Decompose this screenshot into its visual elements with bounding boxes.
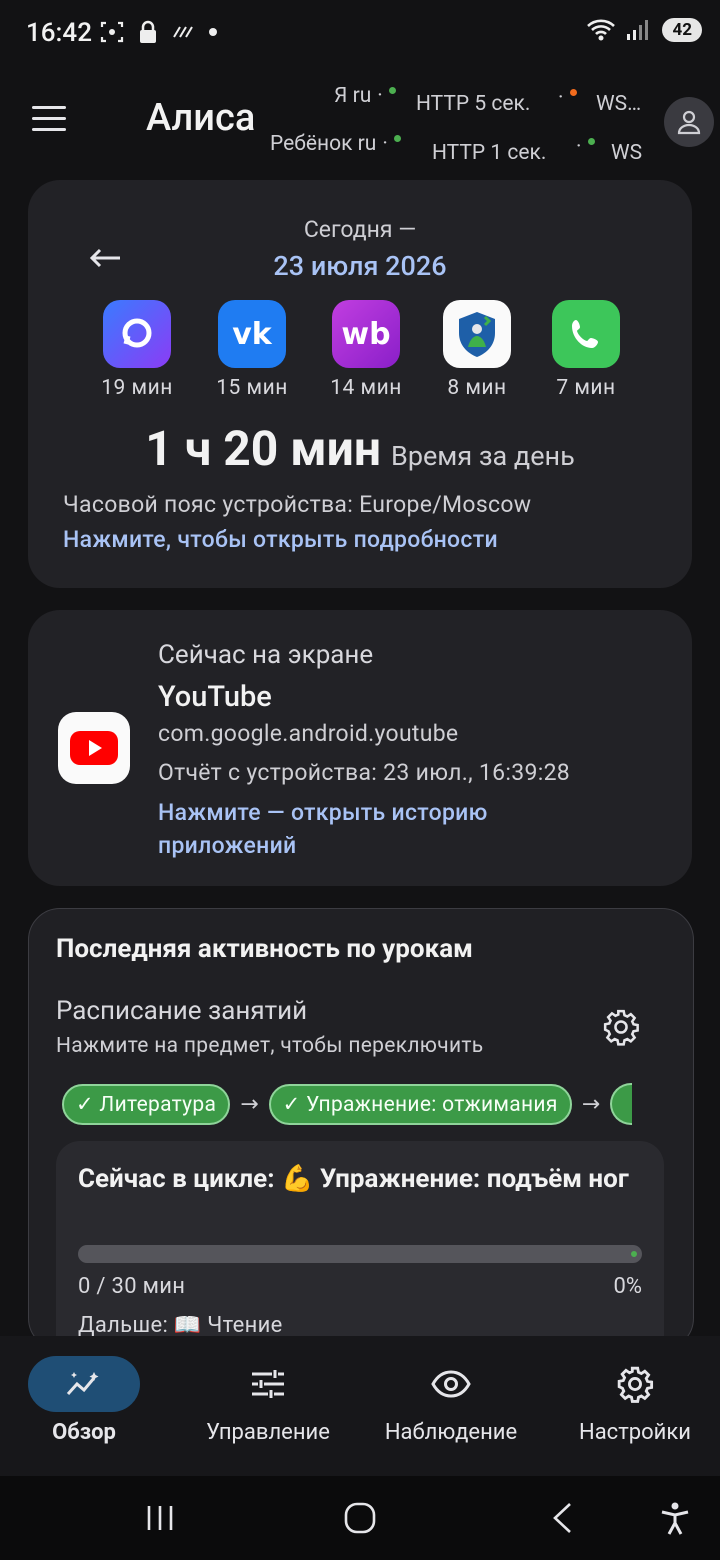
avatar[interactable]: [664, 97, 714, 147]
current-app-package: com.google.android.youtube: [158, 720, 459, 747]
wildberries-icon: wb: [332, 300, 400, 368]
nav-active-indicator: [28, 1356, 140, 1412]
ws-status-self: WS…: [596, 92, 642, 116]
current-cycle-text: Сейчас в цикле: 💪 Упражнение: подъём ног: [78, 1164, 629, 1194]
app-usage-item[interactable]: 7 мин: [531, 300, 641, 400]
ws-status-child: WS: [611, 141, 643, 165]
gear-icon: [617, 1366, 654, 1403]
back-icon: [553, 1503, 571, 1533]
shield-family-icon: [443, 300, 511, 368]
accessibility-icon: [661, 1502, 689, 1535]
nav-label: Наблюдение: [384, 1420, 518, 1445]
app-usage-time: 19 мин: [101, 376, 173, 400]
nav-item-control[interactable]: Управление: [178, 1356, 358, 1445]
youtube-icon: [58, 712, 130, 784]
menu-icon-bar: [32, 128, 66, 131]
app-history-link[interactable]: Нажмите — открыть историю приложений: [158, 796, 578, 862]
back-button[interactable]: [550, 1502, 574, 1538]
home-icon: [344, 1502, 376, 1534]
status-dot-ok: [393, 135, 401, 142]
nav-item-monitoring[interactable]: Наблюдение: [361, 1356, 541, 1445]
page-title: Алиса: [146, 96, 256, 140]
status-bar: 16:42 42: [0, 0, 720, 70]
report-timestamp: Отчёт с устройства: 23 июл., 16:39:28: [158, 759, 571, 786]
connection-row-child: Ребёнок ru ·: [270, 132, 407, 156]
lock-icon: [140, 20, 156, 43]
vk-icon: vk: [218, 300, 286, 368]
nav-item-overview[interactable]: Обзор: [0, 1356, 174, 1445]
menu-icon-bar: [32, 106, 66, 109]
connection-label: Я ru: [334, 84, 372, 108]
app-usage-time: 8 мин: [447, 376, 507, 400]
http-status-self: HTTP 5 сек.: [416, 92, 531, 116]
menu-button[interactable]: [32, 106, 66, 134]
schedule-settings-button[interactable]: [602, 1008, 640, 1050]
total-time: 1 ч 20 мин: [145, 420, 381, 477]
person-icon: [677, 110, 701, 135]
progress-percent: 0%: [613, 1274, 642, 1299]
connection-label: Ребёнок ru: [270, 132, 377, 156]
app-usage-item[interactable]: vk 15 мин: [197, 300, 307, 400]
phone-icon: [552, 300, 620, 368]
menu-icon-bar: [32, 117, 66, 120]
daily-total: 1 ч 20 мин Время за день: [0, 420, 720, 477]
nav-label: Обзор: [52, 1420, 116, 1445]
total-time-label: Время за день: [391, 440, 575, 472]
status-separator: ·: [576, 135, 601, 159]
system-navigation-bar: [0, 1476, 720, 1560]
chart-sparkle-icon: [66, 1372, 99, 1396]
status-icons-right: 42: [586, 18, 702, 42]
screenshot-icon: [100, 21, 124, 43]
now-on-screen-heading: Сейчас на экране: [158, 640, 374, 670]
signal-icon: [627, 20, 649, 40]
progress-time: 0 / 30 мин: [78, 1274, 186, 1299]
eye-icon: [431, 1370, 471, 1398]
chevron-right-icon: →: [581, 1091, 601, 1117]
app-usage-time: 7 мин: [556, 376, 616, 400]
schedule-chips-row: ✓ Литература → ✓ Упражнение: отжимания →: [28, 1070, 664, 1134]
app-usage-time: 14 мин: [330, 376, 402, 400]
details-link[interactable]: Нажмите, чтобы открыть подробности: [63, 526, 498, 553]
http-status-child: HTTP 1 сек.: [432, 141, 547, 165]
app-usage-item[interactable]: 8 мин: [422, 300, 532, 400]
next-activity: Дальше: 📖 Чтение: [78, 1313, 283, 1338]
wifi-icon: [587, 19, 616, 41]
progress-end-dot: [631, 1251, 637, 1257]
schedule-chip-literature[interactable]: ✓ Литература: [62, 1083, 231, 1125]
status-time: 16:42: [26, 18, 92, 48]
status-icons-left: [100, 20, 218, 44]
recent-apps-button[interactable]: [146, 1504, 174, 1536]
timezone-text: Часовой пояс устройства: Europe/Moscow: [63, 491, 532, 518]
accessibility-button[interactable]: [660, 1502, 690, 1540]
app-usage-item[interactable]: wb 14 мин: [311, 300, 421, 400]
lessons-heading: Последняя активность по урокам: [56, 934, 473, 964]
app-usage-item[interactable]: 19 мин: [82, 300, 192, 400]
notification-dot-icon: [209, 28, 217, 36]
nav-item-settings[interactable]: Настройки: [545, 1356, 720, 1445]
today-label: Сегодня —: [303, 216, 417, 243]
connection-row-self: Я ru ·: [334, 84, 402, 108]
home-button[interactable]: [344, 1502, 376, 1538]
selected-date[interactable]: 23 июля 2026: [0, 250, 720, 282]
gear-icon: [603, 1009, 639, 1046]
sliders-icon: [252, 1370, 284, 1398]
recent-apps-icon: [147, 1506, 173, 1530]
status-separator: ·: [558, 86, 583, 110]
schedule-hint: Нажмите на предмет, чтобы переключить: [56, 1034, 484, 1058]
schedule-chip-pushups[interactable]: ✓ Упражнение: отжимания: [268, 1083, 572, 1125]
cycle-progress-bar: [78, 1245, 642, 1263]
schedule-chip-next[interactable]: [610, 1083, 633, 1125]
nav-label: Управление: [206, 1420, 330, 1445]
chevron-right-icon: →: [240, 1091, 259, 1117]
nav-label: Настройки: [579, 1420, 691, 1445]
status-dot-ok: [388, 87, 396, 94]
status-dot-warn: [569, 89, 577, 96]
schedule-title: Расписание занятий: [56, 996, 308, 1026]
max-messenger-icon: [103, 300, 171, 368]
battery-indicator: 42: [662, 18, 702, 42]
app-usage-time: 15 мин: [216, 376, 288, 400]
data-saver-icon: [173, 26, 193, 38]
current-app-name: YouTube: [158, 680, 272, 714]
status-dot-ok: [587, 138, 595, 145]
